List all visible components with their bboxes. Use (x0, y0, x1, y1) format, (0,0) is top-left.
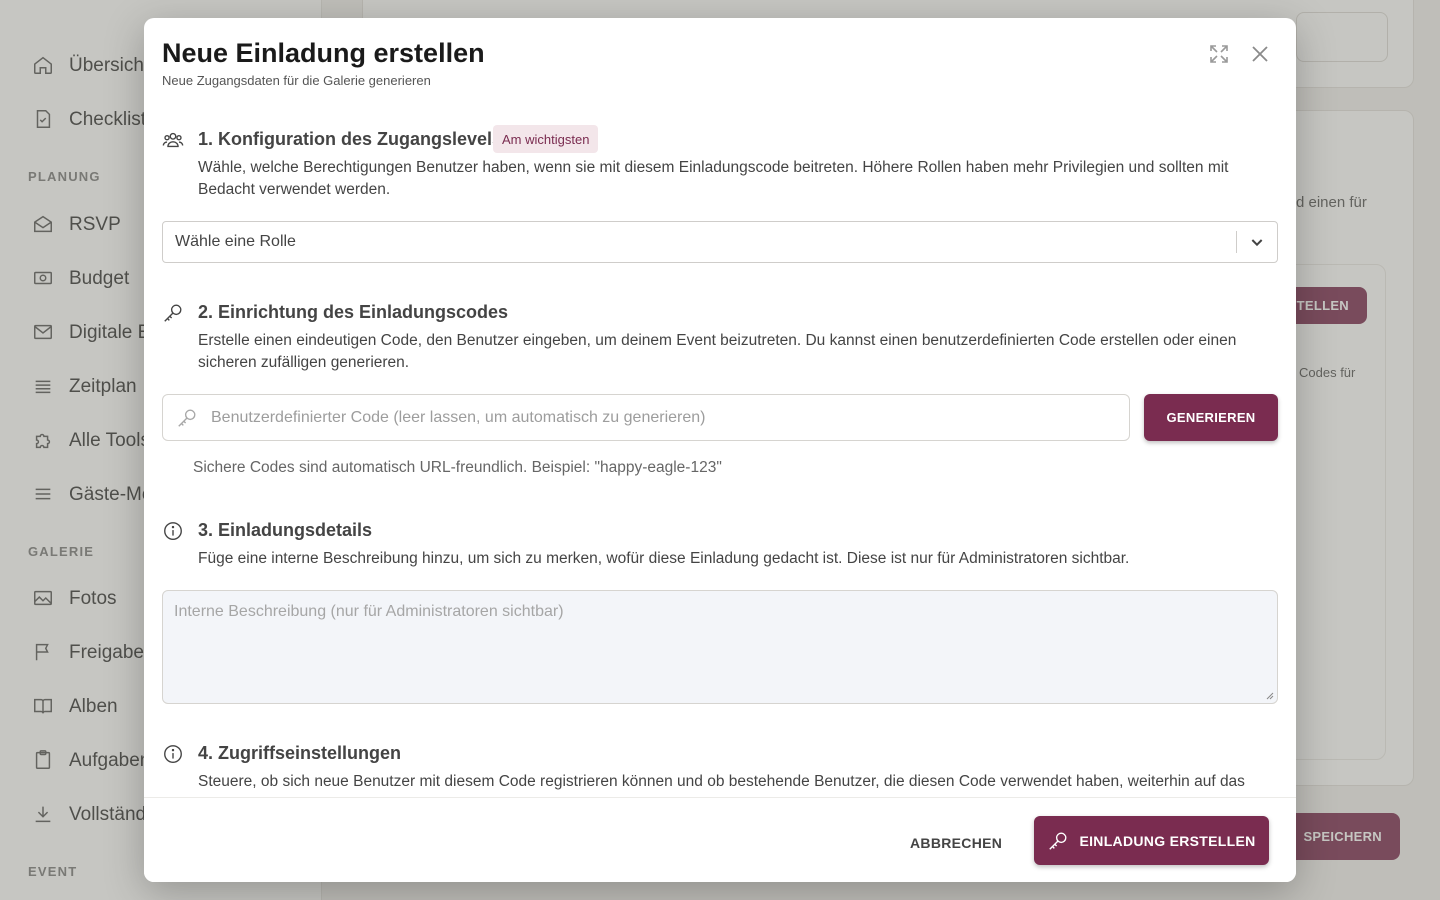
create-invitation-dialog: Neue Einladung erstellen Neue Zugangsdat… (144, 18, 1296, 882)
close-icon[interactable] (1248, 42, 1272, 66)
custom-code-input[interactable] (209, 407, 1129, 428)
info-icon (162, 520, 184, 542)
section-title-access-level: 1. Konfiguration des Zugangslevels (198, 129, 503, 149)
internal-description-textarea[interactable] (163, 591, 1277, 703)
role-select-value: Wähle eine Rolle (175, 233, 296, 250)
internal-description-field[interactable] (162, 590, 1278, 704)
expand-icon[interactable] (1207, 42, 1231, 66)
section-description: Erstelle einen eindeutigen Code, den Ben… (198, 332, 1237, 371)
section-title-invitation-details: 3. Einladungsdetails (198, 520, 373, 540)
create-invitation-label: EINLADUNG ERSTELLEN (1079, 832, 1256, 849)
generate-button[interactable]: GENERIEREN (1144, 394, 1278, 441)
cancel-button[interactable]: ABBRECHEN (904, 834, 1008, 852)
users-icon (162, 129, 184, 151)
dialog-subtitle: Neue Zugangsdaten für die Galerie generi… (162, 73, 431, 88)
section-description: Wähle, welche Berechtigungen Benutzer ha… (198, 159, 1229, 198)
create-invitation-button[interactable]: EINLADUNG ERSTELLEN (1034, 816, 1269, 865)
section-description: Füge eine interne Beschreibung hinzu, um… (198, 550, 1130, 567)
section-title-access-settings: 4. Zugriffseinstellungen (198, 743, 402, 763)
code-helper-text: Sichere Codes sind automatisch URL-freun… (193, 459, 722, 476)
key-icon (162, 302, 184, 324)
section-description: Steuere, ob sich neue Benutzer mit diese… (198, 773, 1245, 790)
resize-handle-icon[interactable] (1266, 692, 1274, 700)
info-icon (162, 743, 184, 765)
section-title-invitation-code: 2. Einrichtung des Einladungscodes (198, 302, 509, 322)
dialog-title: Neue Einladung erstellen (162, 38, 485, 68)
dialog-footer: ABBRECHEN EINLADUNG ERSTELLEN (144, 797, 1296, 882)
role-select[interactable]: Wähle eine Rolle (162, 221, 1278, 263)
key-icon (1047, 830, 1069, 852)
chevron-down-icon[interactable] (1237, 234, 1277, 250)
key-icon (176, 407, 198, 429)
importance-badge: Am wichtigsten (493, 125, 599, 153)
custom-code-field[interactable] (162, 394, 1130, 441)
